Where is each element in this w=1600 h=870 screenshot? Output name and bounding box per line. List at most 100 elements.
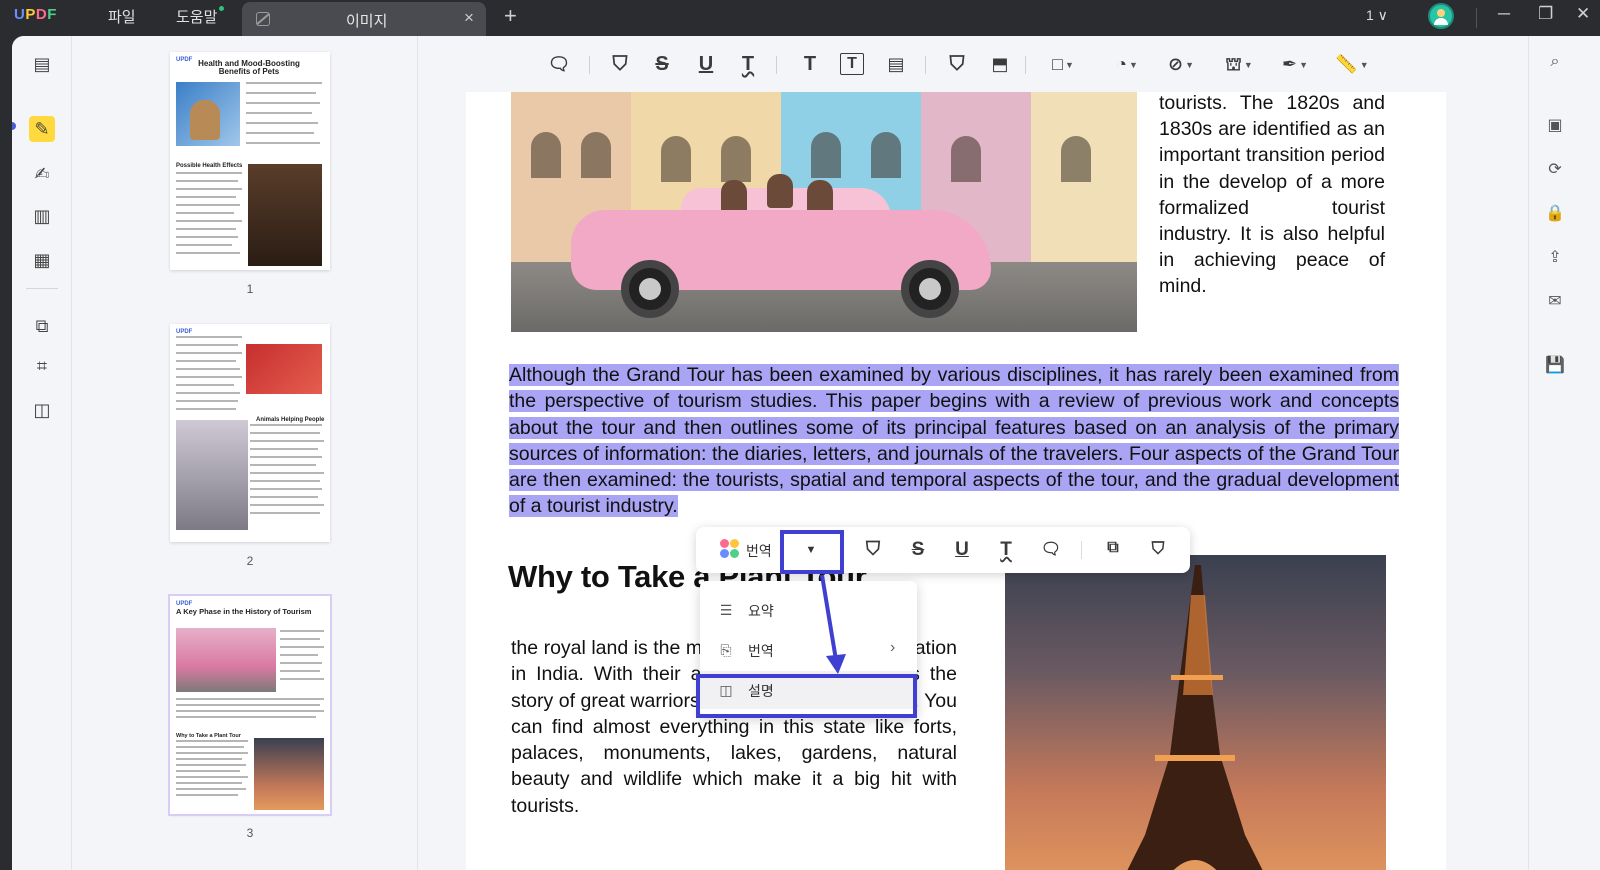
minimize-button[interactable]: ─ xyxy=(1498,4,1510,24)
thumb-text-line xyxy=(176,180,238,182)
copy-icon[interactable]: ⧉ xyxy=(1102,539,1124,557)
crop-icon[interactable]: ⌗ xyxy=(30,354,54,378)
ai-assistant-icon[interactable] xyxy=(720,539,740,559)
share-icon[interactable]: ⇪ xyxy=(1545,248,1565,268)
save-icon[interactable]: 💾 xyxy=(1545,356,1565,376)
squiggly-icon[interactable]: T xyxy=(736,52,760,76)
thumb-text-line xyxy=(246,92,316,94)
cat-figure xyxy=(190,100,220,140)
thumb-subheading: Why to Take a Plant Tour xyxy=(176,733,241,739)
squiggly-icon[interactable]: T xyxy=(995,539,1017,561)
thumb-text-line xyxy=(176,352,242,354)
thumb-text-line xyxy=(176,204,240,206)
attachment-icon[interactable]: ⊘ ▼ xyxy=(1161,52,1201,76)
tab-close-button[interactable]: × xyxy=(464,8,474,28)
highlight-icon[interactable]: ⛉ xyxy=(608,52,632,76)
thumb-text-line xyxy=(176,196,236,198)
havana-car-image xyxy=(511,92,1137,332)
edit-pdf-icon[interactable]: ✍ xyxy=(30,162,54,186)
comment-icon[interactable]: 🗨 xyxy=(1040,539,1062,559)
thumb-text-line xyxy=(250,448,318,450)
layers-icon[interactable]: ◫ xyxy=(30,398,54,422)
text-callout-icon[interactable]: ▤ xyxy=(884,52,908,76)
new-tab-button[interactable]: + xyxy=(504,3,517,29)
form-icon[interactable]: ▦ xyxy=(30,248,54,272)
toolbar-divider xyxy=(925,56,926,74)
titlebar-divider xyxy=(1476,8,1477,28)
convert-icon[interactable]: ⟳ xyxy=(1545,160,1565,180)
thumb-text-line xyxy=(176,172,242,174)
eiffel-image xyxy=(254,738,324,810)
updf-logo[interactable]: UPDF xyxy=(14,6,57,23)
selection-toolbar: 번역 ▼ ⛉ S U T 🗨 ⧉ ⛉ xyxy=(696,527,1190,573)
thumb-text-line xyxy=(250,432,320,434)
protect-icon[interactable]: 🔒 xyxy=(1545,204,1565,224)
stamp-icon[interactable]: ⛫ ▼ xyxy=(1219,52,1259,76)
thumb-text-line xyxy=(176,188,242,190)
thumb-text-line xyxy=(250,456,322,458)
menu-item-label: 번역 xyxy=(748,643,774,659)
bookmark-icon[interactable]: ⛉ xyxy=(1147,539,1169,559)
selected-paragraph[interactable]: Although the Grand Tour has been examine… xyxy=(509,362,1399,520)
email-icon[interactable]: ✉ xyxy=(1545,292,1565,312)
eraser-icon[interactable]: ⬒ xyxy=(988,52,1012,76)
signature-icon[interactable]: ✒ ▼ xyxy=(1275,52,1315,76)
text-comment-icon[interactable]: T xyxy=(798,52,822,76)
thumb-text-line xyxy=(246,132,314,134)
ocr-icon[interactable]: ▣ xyxy=(1545,116,1565,136)
organize-pages-icon[interactable]: ⧉ xyxy=(30,314,54,338)
note-icon[interactable]: 🗨 xyxy=(547,52,571,76)
arch xyxy=(951,136,981,182)
pdf-page: tourists. The 1820s and 1830s are identi… xyxy=(466,92,1446,870)
highlight-icon[interactable]: ⛉ xyxy=(862,539,884,561)
search-icon[interactable]: ⌕ xyxy=(1545,52,1565,72)
thumb-text-line xyxy=(280,630,324,632)
page-thumbnail-2[interactable]: UPDF Animals Helping People xyxy=(170,324,330,542)
menu-item-translate[interactable]: ⎘ 번역 › xyxy=(700,631,917,669)
thumb-text-line xyxy=(176,376,242,378)
thumb-text-line xyxy=(176,788,246,790)
underline-icon[interactable]: U xyxy=(951,539,973,561)
comment-mode-icon[interactable]: ✎ xyxy=(29,116,55,142)
measure-icon[interactable]: 📏 ▼ xyxy=(1329,52,1375,76)
window-count-dropdown[interactable]: 1 ∨ xyxy=(1366,7,1388,24)
close-window-button[interactable]: ✕ xyxy=(1576,4,1590,24)
thumb-text-line xyxy=(176,794,238,796)
page-thumbnail-3[interactable]: UPDF A Key Phase in the History of Touri… xyxy=(168,594,332,816)
page-layout-icon[interactable]: ▥ xyxy=(30,204,54,228)
arch xyxy=(661,136,691,182)
maximize-button[interactable]: ❐ xyxy=(1538,4,1553,24)
document-tab[interactable]: 이미지 × xyxy=(242,2,486,36)
text-box-icon[interactable]: T xyxy=(840,53,864,75)
selected-text[interactable]: Although the Grand Tour has been examine… xyxy=(509,364,1399,518)
user-avatar[interactable] xyxy=(1428,3,1454,29)
rail-divider xyxy=(26,288,58,289)
page-thumbnail-1[interactable]: UPDF Health and Mood-Boosting Benefits o… xyxy=(170,52,330,270)
thumb-text-line xyxy=(176,698,324,700)
thumb-text-line xyxy=(246,122,318,124)
ai-translate-button[interactable]: 번역 xyxy=(746,541,772,561)
thumb-text-line xyxy=(176,758,242,760)
underline-icon[interactable]: U xyxy=(694,52,718,76)
thumb-text-line xyxy=(176,212,234,214)
toolbar-divider xyxy=(776,56,777,74)
pencil-icon[interactable]: ⛉ xyxy=(945,52,969,76)
passenger xyxy=(807,180,833,214)
shape-icon[interactable]: □ ▼ xyxy=(1043,52,1083,76)
page-number-3: 3 xyxy=(246,826,254,840)
tab-title: 이미지 xyxy=(346,13,388,30)
thumb-text-line xyxy=(280,638,320,640)
strikethrough-icon[interactable]: S xyxy=(650,52,674,76)
reader-mode-icon[interactable]: ▤ xyxy=(30,52,54,76)
thumb-text-line xyxy=(176,752,248,754)
strikethrough-icon[interactable]: S xyxy=(907,539,929,561)
side-paragraph: tourists. The 1820s and 1830s are identi… xyxy=(1159,92,1385,298)
menu-help[interactable]: 도움말 xyxy=(176,6,217,27)
thumb-logo: UPDF xyxy=(176,329,193,335)
menu-item-summarize[interactable]: ☰ 요약 xyxy=(700,591,917,629)
menu-file[interactable]: 파일 xyxy=(108,6,136,27)
thumb-text-line xyxy=(176,228,236,230)
sticker-icon[interactable]: ◔ ▼ xyxy=(1107,52,1147,76)
thumb-text-line xyxy=(176,770,240,772)
thumb-text-line xyxy=(280,654,318,656)
